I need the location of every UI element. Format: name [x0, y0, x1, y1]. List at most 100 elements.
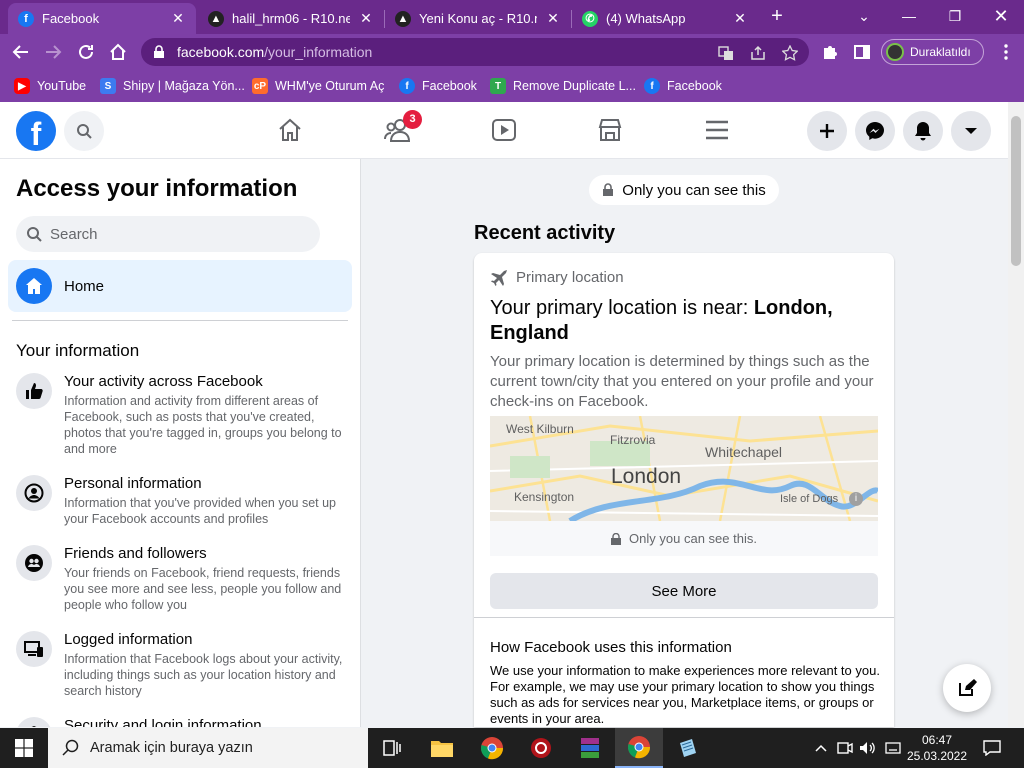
extensions-button[interactable]	[818, 40, 842, 64]
chrome-icon	[628, 736, 651, 759]
chevron-up-icon	[815, 744, 827, 752]
minimize-button[interactable]: —	[886, 0, 932, 32]
sidebar-item-friends[interactable]: Friends and followers Your friends on Fa…	[16, 545, 352, 619]
side-panel-button[interactable]	[850, 40, 874, 64]
sidebar-item-personal[interactable]: Personal information Information that yo…	[16, 475, 352, 533]
privacy-pill: Only you can see this	[589, 175, 779, 205]
tab-r10-yeni-konu[interactable]: ▲ Yeni Konu aç - R10.net ✕	[385, 3, 571, 34]
facebook-logo[interactable]: f	[16, 111, 56, 151]
bookmark-remove-duplicate[interactable]: T Remove Duplicate L...	[490, 76, 636, 96]
sidebar-item-security[interactable]: Security and login information	[16, 717, 352, 727]
task-view-button[interactable]	[368, 728, 416, 768]
share-icon[interactable]	[749, 44, 767, 62]
nav-menu[interactable]	[703, 116, 731, 144]
winrar-button[interactable]	[566, 728, 614, 768]
taskbar-search-input[interactable]: Aramak için buraya yazın	[48, 728, 368, 768]
close-icon[interactable]: ✕	[170, 10, 186, 27]
tab-facebook[interactable]: f Facebook ✕	[8, 3, 196, 34]
profile-button[interactable]: Duraklatıldı	[881, 39, 984, 65]
close-icon[interactable]: ✕	[545, 10, 561, 27]
bookmark-facebook-2[interactable]: f Facebook	[644, 76, 722, 96]
whatsapp-icon: ✆	[582, 10, 598, 27]
compose-icon	[959, 679, 977, 696]
scrollbar-thumb[interactable]	[1011, 116, 1021, 266]
volume-icon[interactable]	[857, 728, 879, 768]
close-window-button[interactable]: ✕	[978, 0, 1024, 32]
taskbar-clock[interactable]: 06:47 25.03.2022	[905, 732, 969, 764]
bookmark-label: Shipy | Mağaza Yön...	[123, 79, 245, 93]
map-label: Fitzrovia	[610, 433, 656, 447]
notepad-icon	[680, 739, 696, 757]
search-button[interactable]	[64, 111, 104, 151]
remove-duplicate-icon: T	[490, 78, 506, 94]
forward-button[interactable]	[41, 40, 65, 64]
back-button[interactable]	[9, 40, 33, 64]
nav-marketplace[interactable]	[596, 116, 624, 144]
search-placeholder: Search	[50, 225, 98, 243]
chrome-profile-button[interactable]	[615, 728, 663, 768]
bookmark-label: Facebook	[422, 79, 477, 93]
create-button[interactable]	[807, 111, 847, 151]
page-scrollbar[interactable]	[1008, 102, 1024, 727]
sidebar-item-description: Your friends on Facebook, friend request…	[64, 566, 342, 612]
start-button[interactable]	[0, 728, 48, 768]
bookmark-whm[interactable]: cP WHM'ye Oturum Aç	[252, 76, 384, 96]
lock-icon	[154, 45, 164, 58]
arrow-left-icon	[12, 45, 28, 59]
notification-center-button[interactable]	[980, 728, 1004, 768]
close-icon[interactable]: ✕	[358, 10, 374, 27]
profile-status-label: Duraklatıldı	[910, 45, 971, 59]
chrome-button[interactable]	[468, 728, 516, 768]
bookmark-shipy[interactable]: S Shipy | Mağaza Yön...	[100, 76, 245, 96]
tab-label: Facebook	[42, 11, 100, 26]
sidebar-item-description: Information that Facebook logs about you…	[64, 652, 343, 698]
meet-now-icon[interactable]	[835, 728, 855, 768]
translate-icon[interactable]	[717, 44, 735, 62]
bookmark-facebook[interactable]: f Facebook	[399, 76, 477, 96]
thumbs-up-icon	[16, 373, 52, 409]
bookmark-label: Remove Duplicate L...	[513, 79, 636, 93]
messenger-button[interactable]	[855, 111, 895, 151]
page-title: Access your information	[16, 175, 298, 202]
sidebar-item-activity[interactable]: Your activity across Facebook Informatio…	[16, 373, 352, 463]
tab-r10-halil[interactable]: ▲ halil_hrm06 - R10.net ✕	[198, 3, 384, 34]
nav-home[interactable]	[276, 116, 304, 144]
account-menu-button[interactable]	[951, 111, 991, 151]
address-bar[interactable]: facebook.com/your_information	[141, 38, 809, 66]
search-icon	[77, 124, 92, 139]
tab-whatsapp[interactable]: ✆ (4) WhatsApp ✕	[572, 3, 758, 34]
nav-watch[interactable]	[490, 116, 518, 144]
file-explorer-button[interactable]	[418, 728, 466, 768]
sidebar-item-logged[interactable]: Logged information Information that Face…	[16, 631, 352, 705]
see-more-button[interactable]: See More	[490, 573, 878, 609]
sidebar-item-home[interactable]: Home	[8, 260, 352, 312]
address-bar-url: facebook.com/your_information	[177, 44, 373, 60]
notifications-button[interactable]	[903, 111, 943, 151]
chat-bubble-icon	[983, 740, 1001, 756]
home-button[interactable]	[106, 40, 130, 64]
reload-button[interactable]	[74, 40, 98, 64]
caret-down-icon	[965, 128, 977, 134]
new-message-button[interactable]	[943, 664, 991, 712]
restore-button[interactable]: ❐	[932, 0, 978, 32]
sidebar-item-title: Logged information	[64, 631, 193, 648]
info-icon[interactable]: i	[849, 492, 863, 506]
video-icon	[492, 119, 516, 141]
tab-search-chevron-icon[interactable]: ⌄	[841, 0, 887, 32]
notepad-button[interactable]	[664, 728, 712, 768]
reload-icon	[79, 44, 93, 59]
location-map[interactable]: West Kilburn Fitzrovia Whitechapel Londo…	[490, 416, 878, 521]
arrow-right-icon	[46, 45, 62, 59]
browser-toolbar: facebook.com/your_information Duraklatıl…	[0, 34, 1024, 70]
map-label: Isle of Dogs	[780, 493, 839, 505]
close-icon[interactable]: ✕	[732, 10, 748, 27]
bookmark-star-icon[interactable]	[781, 44, 799, 62]
keyboard-icon[interactable]	[882, 728, 904, 768]
messenger-icon	[866, 122, 884, 140]
show-hidden-icons[interactable]	[812, 728, 830, 768]
bookmark-youtube[interactable]: ▶ YouTube	[14, 76, 86, 96]
app-button-red[interactable]	[517, 728, 565, 768]
search-input[interactable]: Search	[16, 216, 320, 252]
new-tab-button[interactable]: +	[765, 5, 789, 29]
browser-menu-button[interactable]	[994, 40, 1018, 64]
